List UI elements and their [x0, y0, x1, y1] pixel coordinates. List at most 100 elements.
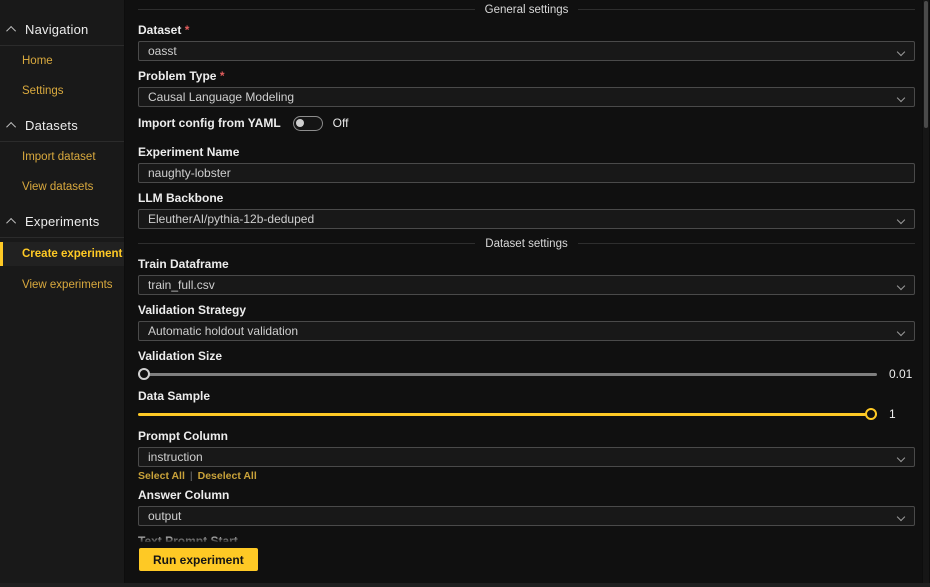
- field-prompt-column: Prompt Column instruction Select All | D…: [138, 429, 915, 482]
- label-text: Problem Type: [138, 69, 216, 83]
- validation-size-row: 0.01: [138, 367, 915, 381]
- field-text-prompt-start: Text Prompt Start: [138, 534, 915, 542]
- section-label: Datasets: [25, 118, 78, 133]
- field-answer-column: Answer Column output: [138, 488, 915, 526]
- experiment-name-label: Experiment Name: [138, 145, 915, 159]
- divider: [0, 237, 124, 238]
- label-text: Dataset: [138, 23, 181, 37]
- sidebar-item-view-experiments[interactable]: View experiments: [0, 270, 124, 300]
- form-footer: Run experiment: [125, 542, 922, 587]
- train-dataframe-dropdown[interactable]: train_full.csv: [138, 275, 915, 295]
- scrollbar-thumb[interactable]: [924, 1, 928, 128]
- chevron-down-icon: [897, 454, 905, 462]
- section-heading: General settings: [485, 4, 569, 16]
- sidebar-section-navigation[interactable]: Navigation: [0, 22, 124, 37]
- problem-type-dropdown[interactable]: Causal Language Modeling: [138, 87, 915, 107]
- import-yaml-toggle[interactable]: [293, 116, 323, 131]
- chevron-down-icon: [897, 513, 905, 521]
- answer-column-value: output: [148, 509, 181, 523]
- deselect-all-link[interactable]: Deselect All: [198, 470, 257, 482]
- train-dataframe-value: train_full.csv: [148, 278, 215, 292]
- chevron-down-icon: [897, 216, 905, 224]
- field-data-sample: Data Sample 1: [138, 389, 915, 421]
- main-panel: General settings Dataset * oasst Problem…: [125, 0, 922, 587]
- sidebar-item-home[interactable]: Home: [0, 46, 124, 76]
- import-yaml-state: Off: [333, 116, 349, 130]
- section-label: Experiments: [25, 214, 99, 229]
- sidebar-item-create-experiment[interactable]: Create experiment: [0, 242, 124, 266]
- sidebar-section-experiments[interactable]: Experiments: [0, 214, 124, 229]
- section-separator-dataset: Dataset settings: [138, 237, 915, 250]
- app-window: Navigation Home Settings Datasets Import…: [0, 0, 930, 587]
- dataset-dropdown[interactable]: oasst: [138, 41, 915, 61]
- divider: [138, 9, 475, 10]
- sidebar-section-datasets[interactable]: Datasets: [0, 118, 124, 133]
- prompt-column-links: Select All | Deselect All: [138, 470, 915, 482]
- data-sample-label: Data Sample: [138, 389, 915, 403]
- field-experiment-name: Experiment Name: [138, 145, 915, 183]
- chevron-down-icon: [897, 328, 905, 336]
- prompt-column-value: instruction: [148, 450, 203, 464]
- slider-knob[interactable]: [138, 368, 150, 380]
- problem-type-label: Problem Type *: [138, 69, 915, 83]
- chevron-up-icon: [6, 122, 16, 132]
- settings-form: General settings Dataset * oasst Problem…: [125, 0, 922, 542]
- window-bottom-edge: [0, 583, 930, 587]
- toggle-knob: [296, 119, 304, 127]
- answer-column-label: Answer Column: [138, 488, 915, 502]
- slider-track[interactable]: [138, 413, 877, 416]
- slider-knob[interactable]: [865, 408, 877, 420]
- required-asterisk: *: [220, 69, 225, 83]
- answer-column-dropdown[interactable]: output: [138, 506, 915, 526]
- field-validation-size: Validation Size 0.01: [138, 349, 915, 381]
- sidebar-item-view-datasets[interactable]: View datasets: [0, 172, 124, 202]
- link-divider: |: [190, 470, 193, 482]
- field-problem-type: Problem Type * Causal Language Modeling: [138, 69, 915, 107]
- chevron-up-icon: [6, 26, 16, 36]
- validation-size-label: Validation Size: [138, 349, 915, 363]
- experiment-name-input[interactable]: [148, 166, 905, 180]
- prompt-column-dropdown[interactable]: instruction: [138, 447, 915, 467]
- validation-size-slider[interactable]: [138, 367, 877, 381]
- validation-strategy-dropdown[interactable]: Automatic holdout validation: [138, 321, 915, 341]
- data-sample-value: 1: [889, 407, 915, 421]
- chevron-down-icon: [897, 48, 905, 56]
- field-dataset: Dataset * oasst: [138, 23, 915, 61]
- dataset-label: Dataset *: [138, 23, 915, 37]
- field-import-yaml: Import config from YAML Off: [138, 115, 915, 131]
- data-sample-row: 1: [138, 407, 915, 421]
- chevron-down-icon: [897, 282, 905, 290]
- data-sample-slider[interactable]: [138, 407, 877, 421]
- divider: [138, 243, 475, 244]
- prompt-column-label: Prompt Column: [138, 429, 915, 443]
- validation-strategy-label: Validation Strategy: [138, 303, 915, 317]
- run-experiment-button[interactable]: Run experiment: [139, 548, 258, 571]
- experiment-name-box: [138, 163, 915, 183]
- divider: [578, 9, 915, 10]
- problem-type-value: Causal Language Modeling: [148, 90, 294, 104]
- llm-backbone-dropdown[interactable]: EleutherAI/pythia-12b-deduped: [138, 209, 915, 229]
- select-all-link[interactable]: Select All: [138, 470, 185, 482]
- section-label: Navigation: [25, 22, 88, 37]
- sidebar-item-settings[interactable]: Settings: [0, 76, 124, 106]
- section-separator-general: General settings: [138, 3, 915, 16]
- llm-backbone-value: EleutherAI/pythia-12b-deduped: [148, 212, 314, 226]
- section-heading: Dataset settings: [485, 238, 567, 250]
- field-validation-strategy: Validation Strategy Automatic holdout va…: [138, 303, 915, 341]
- dataset-value: oasst: [148, 44, 177, 58]
- train-dataframe-label: Train Dataframe: [138, 257, 915, 271]
- scrollbar-track[interactable]: [923, 0, 929, 587]
- slider-track[interactable]: [138, 373, 877, 376]
- chevron-down-icon: [897, 94, 905, 102]
- required-asterisk: *: [185, 23, 190, 37]
- divider: [578, 243, 915, 244]
- llm-backbone-label: LLM Backbone: [138, 191, 915, 205]
- sidebar: Navigation Home Settings Datasets Import…: [0, 0, 124, 587]
- validation-strategy-value: Automatic holdout validation: [148, 324, 298, 338]
- sidebar-item-import-dataset[interactable]: Import dataset: [0, 142, 124, 172]
- field-train-dataframe: Train Dataframe train_full.csv: [138, 257, 915, 295]
- import-yaml-label: Import config from YAML: [138, 116, 281, 130]
- chevron-up-icon: [6, 218, 16, 228]
- text-prompt-start-label: Text Prompt Start: [138, 534, 915, 542]
- field-llm-backbone: LLM Backbone EleutherAI/pythia-12b-dedup…: [138, 191, 915, 229]
